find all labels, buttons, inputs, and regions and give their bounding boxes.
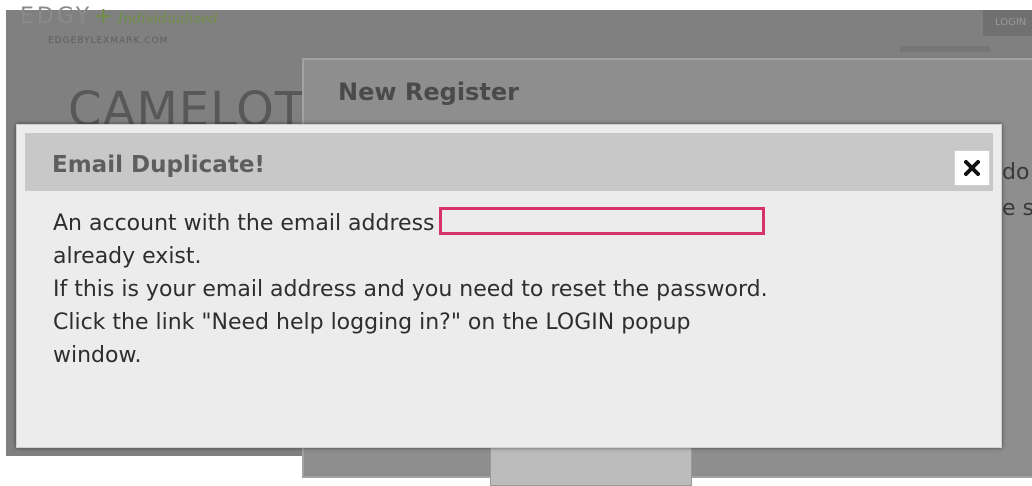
header-link-placeholder[interactable] — [900, 46, 990, 52]
message-line: An account with the email address — [53, 207, 973, 240]
dialog-message: An account with the email address alread… — [53, 207, 973, 372]
close-button[interactable] — [954, 150, 990, 186]
message-line: window. — [53, 343, 142, 368]
dialog-title: Email Duplicate! — [52, 152, 265, 178]
register-input-field[interactable] — [490, 444, 692, 486]
logo-plus-icon: + — [94, 4, 116, 29]
message-prefix: An account with the email address — [53, 211, 435, 236]
page-left-edge — [0, 0, 6, 456]
register-peek-text: do — [1002, 160, 1030, 185]
register-modal-title: New Register — [338, 78, 519, 106]
close-icon — [964, 160, 980, 176]
message-line: Click the link "Need help logging in?" o… — [53, 310, 691, 335]
register-peek-text: e s — [1002, 196, 1032, 221]
logo-url: EDGEBYLEXMARK.COM — [48, 36, 169, 46]
site-logo[interactable]: EDGY+ Individualized — [20, 6, 218, 30]
logo-tagline: Individualized — [117, 11, 218, 27]
login-button[interactable]: LOGIN — [983, 10, 1032, 36]
logo-brand: EDGY — [20, 4, 93, 29]
message-line: If this is your email address and you ne… — [53, 277, 768, 302]
dialog-header: Email Duplicate! — [25, 133, 993, 191]
email-duplicate-dialog: Email Duplicate! An account with the ema… — [16, 124, 1002, 448]
message-line: already exist. — [53, 244, 202, 269]
email-address-highlight — [438, 207, 765, 235]
